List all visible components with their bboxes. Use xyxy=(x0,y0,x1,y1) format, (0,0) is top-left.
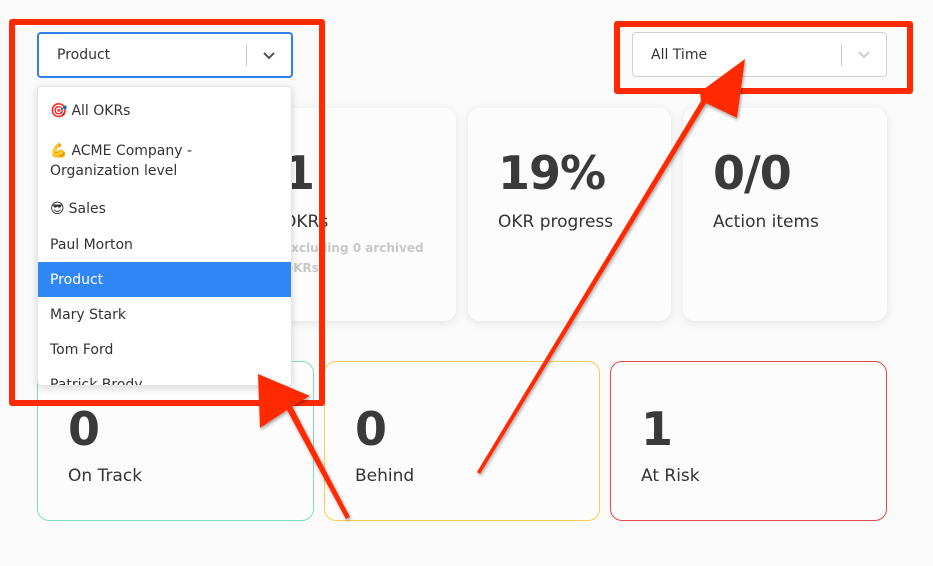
chevron-down-icon[interactable] xyxy=(842,50,886,59)
menu-item-label: Sales xyxy=(68,201,106,217)
time-range-select[interactable]: All Time xyxy=(632,32,887,77)
action-items-card: 0/0 Action items xyxy=(683,108,887,321)
on-track-label: On Track xyxy=(68,466,143,486)
team-filter-dropdown-menu[interactable]: 🎯 All OKRs 💪 ACME Company - Organization l… xyxy=(37,86,292,386)
chevron-down-icon[interactable] xyxy=(247,51,291,60)
okr-progress-label: OKR progress xyxy=(498,212,614,232)
behind-value: 0 xyxy=(355,402,387,456)
team-filter-select[interactable]: Product xyxy=(37,32,293,78)
menu-item-patrick-brody[interactable]: Patrick Brody xyxy=(38,367,291,386)
menu-item-tom-ford[interactable]: Tom Ford xyxy=(38,332,291,367)
action-items-value: 0/0 xyxy=(713,146,792,200)
at-risk-label: At Risk xyxy=(641,466,700,486)
menu-item-acme-company[interactable]: 💪 ACME Company - Organization level xyxy=(38,129,291,191)
at-risk-value: 1 xyxy=(641,402,673,456)
flexed-bicep-icon: 💪 xyxy=(50,143,68,159)
menu-item-label: All OKRs xyxy=(71,103,131,119)
menu-item-label: Patrick Brody xyxy=(50,377,143,386)
okr-progress-card: 19% OKR progress xyxy=(468,108,671,321)
menu-item-label: Product xyxy=(50,272,104,288)
menu-item-product[interactable]: Product xyxy=(38,262,291,297)
okrs-archived-note: Excluding 0 archived OKRs xyxy=(283,241,424,275)
menu-item-all-okrs[interactable]: 🎯 All OKRs xyxy=(38,87,291,129)
menu-item-paul-morton[interactable]: Paul Morton xyxy=(38,227,291,262)
action-items-label: Action items xyxy=(713,212,819,232)
menu-item-label: Tom Ford xyxy=(50,342,114,358)
behind-label: Behind xyxy=(355,466,415,486)
menu-item-label: Paul Morton xyxy=(50,237,133,253)
menu-item-label: ACME Company - Organization level xyxy=(50,143,193,179)
on-track-value: 0 xyxy=(68,402,100,456)
behind-card[interactable]: 0 Behind xyxy=(324,361,600,521)
menu-item-label: Mary Stark xyxy=(50,307,126,323)
okr-progress-value: 19% xyxy=(498,146,606,200)
menu-item-sales[interactable]: 😎 Sales xyxy=(38,191,291,227)
target-icon: 🎯 xyxy=(50,103,68,119)
menu-item-mary-stark[interactable]: Mary Stark xyxy=(38,297,291,332)
team-filter-value: Product xyxy=(57,47,111,63)
at-risk-card[interactable]: 1 At Risk xyxy=(610,361,887,521)
time-range-value: All Time xyxy=(651,46,708,63)
sunglasses-face-icon: 😎 xyxy=(50,201,65,217)
